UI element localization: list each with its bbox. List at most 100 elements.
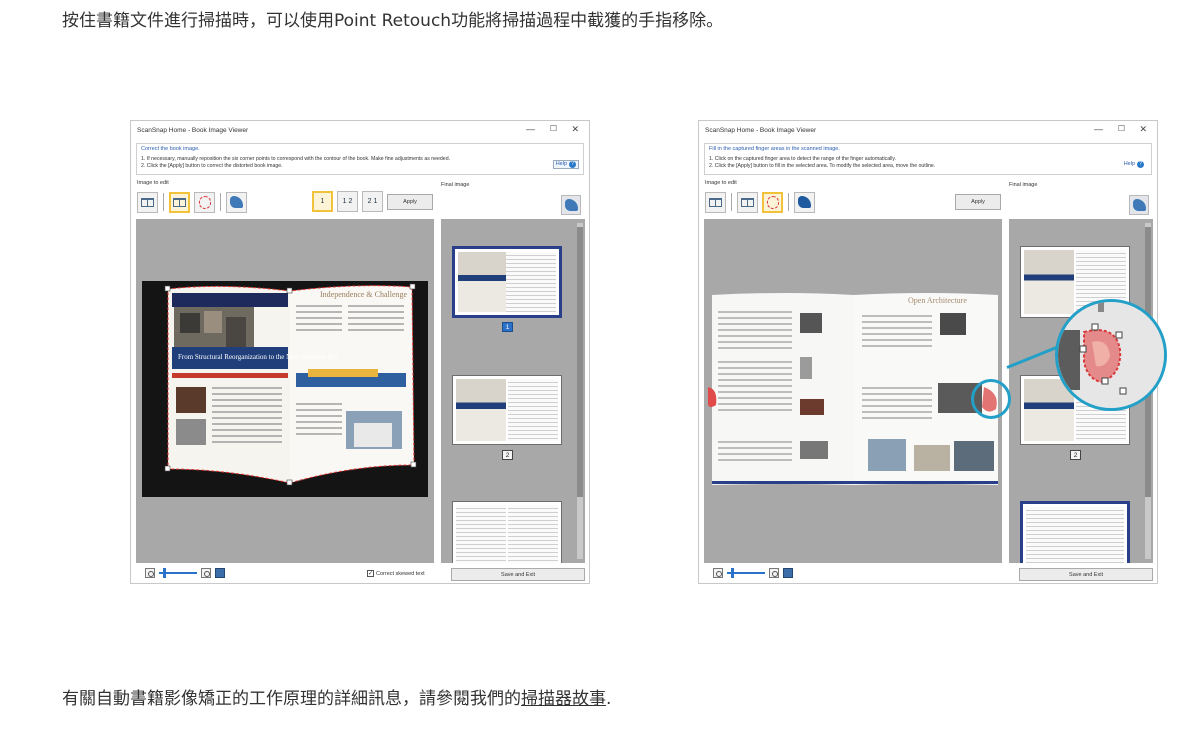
save-and-exit-button[interactable]: Save and Exit: [451, 568, 585, 581]
final-page-thumbnail[interactable]: [452, 501, 562, 563]
checkbox-checked-icon[interactable]: ✓: [367, 570, 374, 577]
toolbar-divider: [220, 193, 221, 211]
page-number-badge: 1: [502, 322, 513, 332]
split-left-right-button[interactable]: 1 2: [337, 191, 358, 212]
book-correction-auto-button[interactable]: [137, 191, 158, 213]
instruction-panel: Correct the book image. 1. If necessary,…: [136, 143, 584, 175]
undo-icon: [230, 196, 243, 208]
book-icon: [709, 197, 722, 207]
save-and-exit-button[interactable]: Save and Exit: [1019, 568, 1153, 581]
scanned-book-image: From Structural Reorganization to the Ne…: [164, 283, 417, 486]
final-image-label: Final image: [441, 182, 470, 188]
help-icon: ?: [1137, 161, 1144, 168]
book-title-text: Independence & Challenge: [320, 290, 408, 299]
minimize-icon[interactable]: —: [526, 124, 535, 134]
book-icon: [741, 197, 754, 207]
help-button[interactable]: Help?: [1120, 160, 1147, 169]
finger-outline-icon: [198, 195, 211, 209]
apply-button[interactable]: Apply: [387, 194, 433, 210]
outro-text: 有關自動書籍影像矯正的工作原理的詳細訊息，請參閱我們的掃描器故事.: [62, 684, 611, 709]
page-number-badge: 2: [502, 450, 513, 460]
vertical-scrollbar[interactable]: [577, 223, 583, 559]
edit-toolbar: [705, 191, 815, 213]
intro-text: 按住書籍文件進行掃描時，可以使用Point Retouch功能將掃描過程中截獲的…: [62, 11, 724, 31]
book-icon: [173, 197, 186, 207]
window-title: ScanSnap Home - Book Image Viewer: [137, 127, 249, 134]
image-to-edit-label: Image to edit: [137, 180, 169, 186]
outro-suffix: .: [606, 689, 612, 709]
fit-to-window-icon[interactable]: [783, 568, 793, 578]
book-image-viewer-window-retouch: ScanSnap Home - Book Image Viewer — ☐ ✕ …: [698, 120, 1167, 584]
split-right-left-button[interactable]: 2 1: [362, 191, 383, 212]
toolbar-divider: [788, 193, 789, 211]
rotate-icon: [564, 199, 578, 211]
point-retouch-button[interactable]: [762, 191, 783, 213]
page-split-toolbar: 1 1 2 2 1: [312, 191, 383, 212]
zoom-slider[interactable]: [727, 568, 765, 578]
scanned-book-image: Open Architecture: [708, 293, 998, 485]
final-page-thumbnail[interactable]: [452, 246, 562, 318]
zoom-controls: [145, 568, 225, 578]
maximize-icon[interactable]: ☐: [1118, 124, 1125, 133]
point-retouch-button[interactable]: [194, 191, 215, 213]
instruction-step-1: 1. Click on the captured finger area to …: [709, 156, 897, 162]
final-page-thumbnail[interactable]: [452, 375, 562, 445]
toolbar-divider: [731, 193, 732, 211]
zoom-controls: [713, 568, 793, 578]
magnify-target-ring: [971, 379, 1011, 419]
instruction-panel: Fill in the captured finger areas in the…: [704, 143, 1152, 175]
book-image-viewer-window-correction: ScanSnap Home - Book Image Viewer — ☐ ✕ …: [130, 120, 590, 584]
fit-to-window-icon[interactable]: [215, 568, 225, 578]
edit-toolbar: [137, 191, 247, 213]
single-page-button[interactable]: 1: [312, 191, 333, 212]
maximize-icon[interactable]: ☐: [550, 124, 557, 133]
bottom-bar: Save and Exit: [699, 565, 1157, 583]
final-image-panel[interactable]: 1 2: [441, 219, 585, 563]
zoom-out-icon[interactable]: [713, 568, 723, 578]
close-icon[interactable]: ✕: [571, 124, 579, 135]
help-button[interactable]: Help?: [552, 160, 579, 169]
help-icon: ?: [569, 161, 576, 168]
outro-prefix: 有關自動書籍影像矯正的工作原理的詳細訊息，請參閱我們的: [62, 689, 521, 709]
bottom-bar: ✓ Correct skewed text Save and Exit: [131, 565, 589, 583]
rotate-final-button[interactable]: [1129, 195, 1149, 215]
final-page-thumbnail[interactable]: [1020, 501, 1130, 563]
correct-skewed-text-option[interactable]: ✓ Correct skewed text: [367, 570, 425, 577]
toolbar-divider: [163, 193, 164, 211]
scrollbar-thumb[interactable]: [577, 227, 583, 497]
image-to-edit-label: Image to edit: [705, 180, 737, 186]
image-edit-canvas[interactable]: From Structural Reorganization to the Ne…: [136, 219, 434, 563]
apply-button[interactable]: Apply: [955, 194, 1001, 210]
undo-button[interactable]: [794, 191, 815, 213]
book-icon: [141, 197, 154, 207]
image-edit-canvas[interactable]: Open Architecture: [704, 219, 1002, 563]
help-label: Help: [555, 161, 567, 167]
finger-outline-icon: [766, 195, 779, 209]
rotate-final-button[interactable]: [561, 195, 581, 215]
instruction-heading: Fill in the captured finger areas in the…: [709, 146, 840, 152]
instruction-step-2: 2. Click the [Apply] button to correct t…: [141, 163, 283, 169]
scanner-story-link[interactable]: 掃描器故事: [521, 689, 606, 709]
window-title: ScanSnap Home - Book Image Viewer: [705, 127, 817, 134]
undo-button[interactable]: [226, 191, 247, 213]
minimize-icon[interactable]: —: [1094, 124, 1103, 134]
magnifier-lens: [1055, 299, 1167, 411]
instruction-step-1: 1. If necessary, manually reposition the…: [141, 156, 451, 162]
close-icon[interactable]: ✕: [1139, 124, 1147, 135]
correct-skewed-text-label: Correct skewed text: [376, 570, 425, 577]
book-heading-text: From Structural Reorganization to the Ne…: [178, 353, 338, 361]
zoom-in-icon[interactable]: [769, 568, 779, 578]
help-label: Help: [1123, 161, 1135, 167]
undo-icon: [798, 196, 811, 208]
book-title-text: Open Architecture: [908, 296, 967, 305]
final-image-label: Final image: [1009, 182, 1038, 188]
zoom-out-icon[interactable]: [145, 568, 155, 578]
book-correction-auto-button[interactable]: [705, 191, 726, 213]
page-number-badge: 2: [1070, 450, 1081, 460]
zoom-in-icon[interactable]: [201, 568, 211, 578]
zoom-slider[interactable]: [159, 568, 197, 578]
instruction-heading: Correct the book image.: [141, 146, 200, 152]
book-correction-button[interactable]: [737, 191, 758, 213]
book-correction-button[interactable]: [169, 191, 190, 213]
rotate-icon: [1132, 199, 1146, 211]
